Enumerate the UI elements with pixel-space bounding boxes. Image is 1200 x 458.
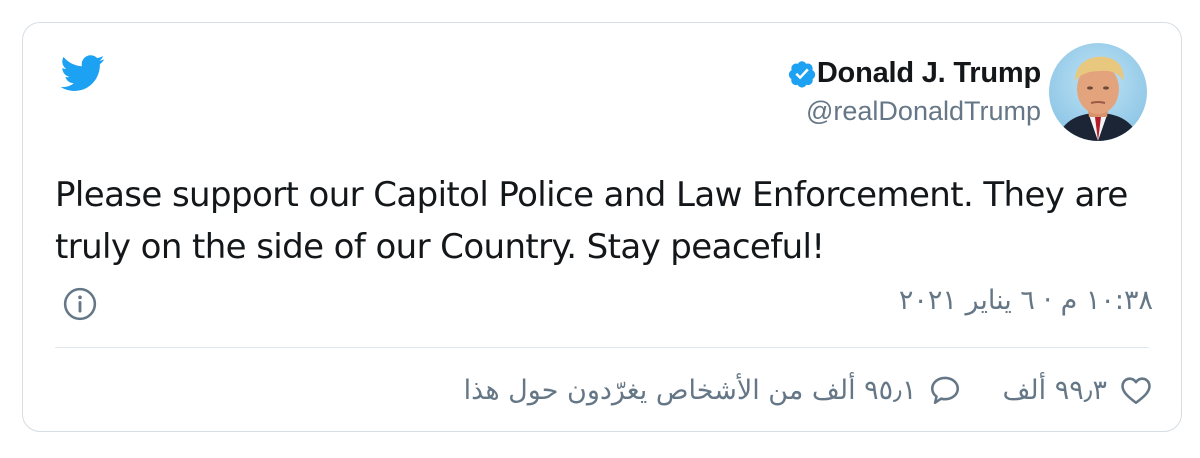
tweet-card[interactable]: Donald J. Trump @realDonaldTrump Please … xyxy=(22,22,1182,432)
author-block[interactable]: Donald J. Trump @realDonaldTrump xyxy=(779,57,1041,127)
people-tweeting-count: ٩٥٫١ ألف من الأشخاص يغرّدون حول هذا xyxy=(463,374,917,406)
author-handle[interactable]: @realDonaldTrump xyxy=(779,96,1041,127)
heart-icon xyxy=(1121,377,1151,405)
author-display-name[interactable]: Donald J. Trump xyxy=(817,57,1041,90)
tweet-timestamp[interactable]: ١٠:٣٨ م · ٦ يناير ٢٠٢١ xyxy=(899,285,1153,316)
like-count: ٩٩٫٣ ألف xyxy=(1002,374,1107,406)
divider xyxy=(55,347,1149,348)
twitter-bird-icon[interactable] xyxy=(57,51,109,95)
author-name-row: Donald J. Trump xyxy=(779,57,1041,90)
reply-button[interactable]: ٩٥٫١ ألف من الأشخاص يغرّدون حول هذا xyxy=(464,373,963,407)
verified-badge-icon xyxy=(788,60,815,87)
info-icon[interactable] xyxy=(63,287,97,321)
speech-bubble-icon xyxy=(931,376,960,405)
avatar-image xyxy=(1049,43,1147,141)
avatar[interactable] xyxy=(1049,43,1147,141)
tweet-text: Please support our Capitol Police and La… xyxy=(55,175,1128,267)
tweet-actions: ٩٩٫٣ ألف ٩٥٫١ ألف من الأشخاص يغرّدون حول… xyxy=(464,373,1153,407)
like-button[interactable]: ٩٩٫٣ ألف xyxy=(1002,373,1153,407)
